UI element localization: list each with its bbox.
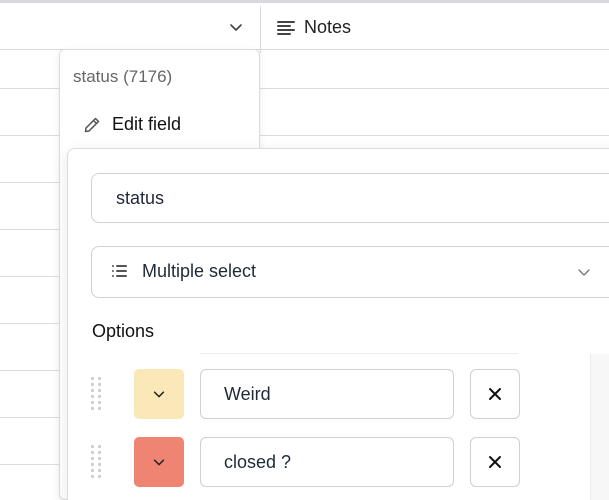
field-type-value: Multiple select <box>142 261 257 281</box>
pencil-icon <box>84 117 100 132</box>
list-icon <box>112 264 128 278</box>
options-heading: Options <box>92 321 155 341</box>
option-name-value: closed ? <box>224 451 292 472</box>
options-scrollbar[interactable] <box>590 354 609 500</box>
option-name-input[interactable]: Weird <box>200 369 454 419</box>
option-name-value: Weird <box>224 383 271 404</box>
column-header-notes[interactable]: Notes <box>277 17 351 38</box>
edit-field-menu-item[interactable]: Edit field <box>82 114 181 135</box>
option-color-button[interactable] <box>134 437 184 487</box>
close-icon <box>489 456 501 468</box>
chevron-down-icon <box>153 391 165 398</box>
option-row: closed ? <box>91 437 531 487</box>
chevron-down-icon <box>153 459 165 466</box>
option-color-button[interactable] <box>134 369 184 419</box>
menu-title: status (7176) <box>73 67 173 86</box>
chevron-down-icon <box>578 269 590 276</box>
chevron-down-icon[interactable] <box>228 19 244 35</box>
long-text-icon <box>277 20 295 35</box>
field-name-value: status <box>116 187 165 208</box>
remove-option-button[interactable] <box>470 437 520 487</box>
options-list-top-edge <box>200 353 518 354</box>
remove-option-button[interactable] <box>470 369 520 419</box>
edit-field-panel: status Multiple select Options Weird clo… <box>67 148 609 500</box>
column-header-label: Notes <box>304 17 352 37</box>
option-row: Weird <box>91 369 531 419</box>
field-type-select[interactable]: Multiple select <box>91 246 609 298</box>
column-divider <box>260 6 261 53</box>
field-name-input[interactable]: status <box>91 173 609 223</box>
close-icon <box>489 388 501 400</box>
drag-handle-icon[interactable] <box>91 445 109 479</box>
menu-item-label: Edit field <box>112 114 182 134</box>
option-name-input[interactable]: closed ? <box>200 437 454 487</box>
drag-handle-icon[interactable] <box>91 377 109 411</box>
grid-header-row: Notes <box>0 0 609 53</box>
